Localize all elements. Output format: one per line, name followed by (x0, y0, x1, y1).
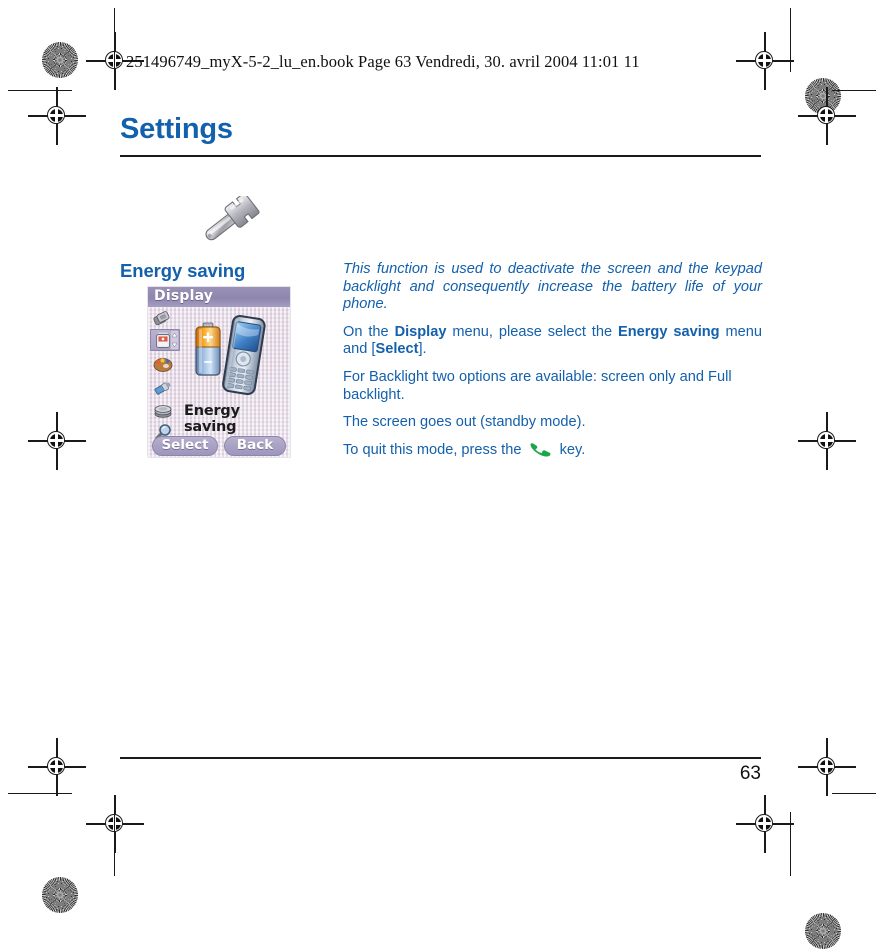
book-file-header: 251496749_myX-5-2_lu_en.book Page 63 Ven… (126, 52, 640, 71)
phone-title-label: Display (154, 288, 214, 304)
section-heading: Energy saving (120, 260, 246, 281)
coin-stack-icon[interactable] (152, 402, 174, 420)
registration-crosshair-top-right-inner (736, 32, 794, 90)
para2-segment-4: ]. (418, 341, 427, 358)
registration-crosshair-left-upper (28, 87, 86, 145)
phone-scroll-arrows[interactable] (169, 329, 180, 351)
registration-rosette-bottom-left (42, 877, 78, 913)
trim-line-top-left-vertical (114, 8, 116, 72)
trim-line-left-bottom-horizontal (8, 793, 72, 795)
instruction-paragraph: On the Display menu, please select the E… (343, 324, 762, 359)
registration-rosette-bottom-right (805, 913, 841, 949)
hangup-key-icon (528, 442, 554, 457)
display-menu-emphasis: Display (394, 323, 447, 340)
energy-saving-menu-emphasis: Energy saving (617, 323, 720, 340)
registration-rosette-top-left (42, 42, 78, 78)
trim-line-bottom-left-vertical (114, 812, 116, 876)
phone-softkey-bar: Select Back (148, 435, 290, 457)
page-title: Settings (120, 113, 233, 145)
phone-screenshot-figure: Display Energy saving Select Back (148, 287, 290, 457)
registration-crosshair-left-middle (28, 412, 86, 470)
quit-mode-paragraph: To quit this mode, press the key. (343, 442, 762, 460)
standby-mode-paragraph: The screen goes out (standby mode). (343, 414, 586, 431)
registration-crosshair-right-lower (798, 738, 856, 796)
page-number: 63 (739, 763, 761, 784)
trim-line-bottom-right-vertical (790, 812, 792, 876)
trim-line-right-top-horizontal (832, 90, 876, 92)
phone-softkey-select-label: Select (161, 437, 209, 453)
footer-divider (120, 757, 761, 759)
phone-softkey-select[interactable]: Select (152, 436, 218, 456)
para5-segment-2: key. (555, 441, 586, 458)
para2-segment-2: menu, please select the (446, 323, 618, 340)
phone-icon-column (150, 309, 180, 440)
body-text-column: This function is used to deactivate the … (343, 261, 762, 459)
wrench-icon (196, 192, 260, 248)
registration-crosshair-right-middle (798, 412, 856, 470)
para2-segment-1: On the (343, 323, 395, 340)
registration-crosshair-bottom-right-inner (736, 795, 794, 853)
para5-segment-1: To quit this mode, press the (343, 441, 526, 458)
trim-line-right-bottom-horizontal (832, 793, 876, 795)
intro-paragraph: This function is used to deactivate the … (343, 261, 762, 313)
document-page: 251496749_myX-5-2_lu_en.book Page 63 Ven… (0, 0, 884, 949)
palette-icon[interactable] (152, 355, 174, 373)
phone-softkey-back-label: Back (236, 437, 274, 453)
brush-icon[interactable] (152, 379, 174, 397)
battery-and-phone-illustration (186, 313, 286, 397)
registration-crosshair-right-upper (798, 87, 856, 145)
select-key-emphasis: Select (375, 341, 419, 358)
phone-softkey-back[interactable]: Back (224, 436, 286, 456)
registration-crosshair-left-lower (28, 738, 86, 796)
title-divider (120, 155, 761, 158)
sim-cards-icon[interactable] (152, 309, 174, 327)
trim-line-top-right-vertical (790, 8, 792, 72)
trim-line-left-top-horizontal (8, 90, 72, 92)
phone-title-bar: Display (148, 287, 290, 307)
phone-menu-label: Energy saving (184, 403, 240, 435)
backlight-options-paragraph: For Backlight two options are available:… (343, 368, 732, 403)
